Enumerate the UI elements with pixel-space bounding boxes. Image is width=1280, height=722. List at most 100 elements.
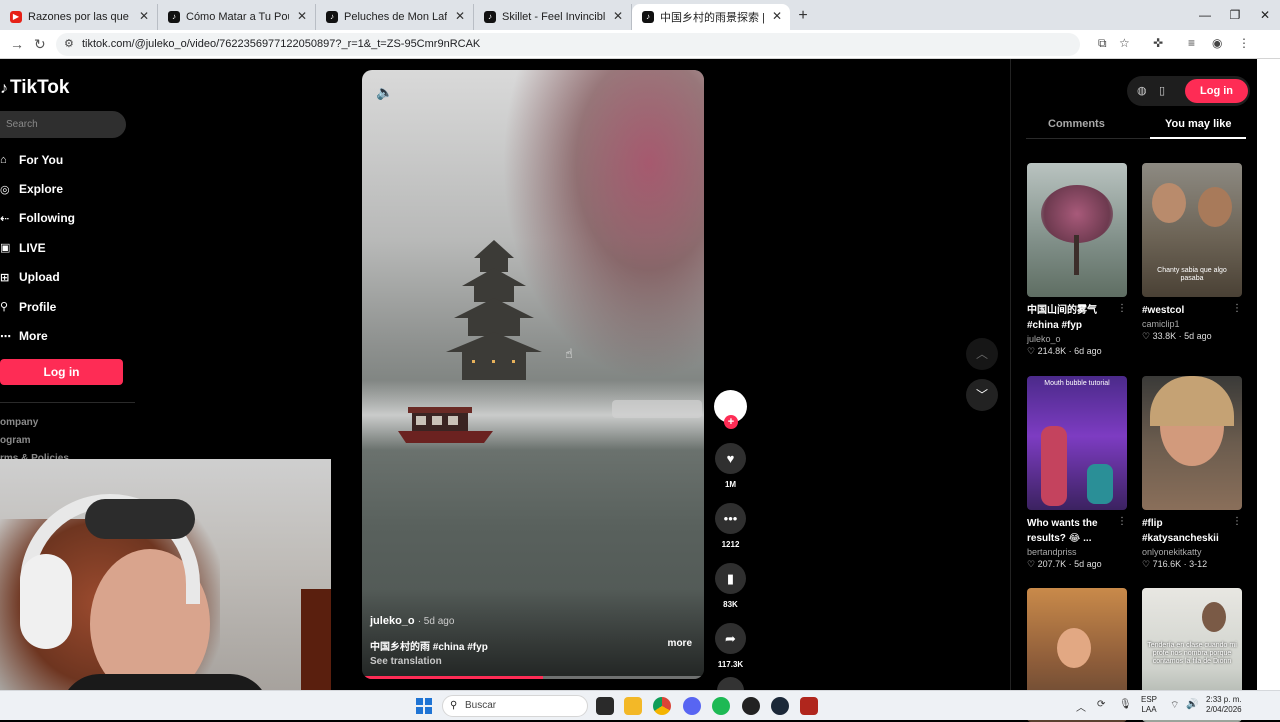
- bookmark-icon[interactable]: ▮: [715, 563, 746, 594]
- page-scrollbar[interactable]: [1257, 59, 1280, 690]
- bookmark-star-icon[interactable]: ☆: [1119, 36, 1130, 50]
- prev-video-button[interactable]: ︿: [966, 338, 998, 370]
- video-progress-bar[interactable]: [362, 676, 704, 679]
- logo-text: TikTok: [10, 77, 70, 98]
- sidebar-item-for-you[interactable]: ⌂ For You: [0, 145, 75, 174]
- browser-tab[interactable]: ♪ Peluches de Mon Laferte y tuto ✕: [316, 4, 474, 30]
- sidebar-item-upload[interactable]: ⊞ Upload: [0, 263, 75, 292]
- home-icon: ⌂: [0, 153, 7, 166]
- video-author[interactable]: juleko_o · 5d ago: [370, 615, 454, 627]
- video-player[interactable]: 🔈 juleko_o · 5d ago 中国乡村的雨 #china #fyp m…: [362, 70, 704, 679]
- card-menu-icon[interactable]: ⋮: [1232, 516, 1242, 527]
- window-controls: — ❐ ✕: [1190, 0, 1280, 30]
- url-field[interactable]: ⚙ tiktok.com/@juleko_o/video/76223569771…: [56, 33, 1080, 56]
- tab-you-may-like[interactable]: You may like: [1165, 118, 1231, 130]
- forward-icon[interactable]: →: [10, 36, 24, 52]
- close-tab-icon[interactable]: ✕: [455, 9, 465, 23]
- tab-comments[interactable]: Comments: [1048, 118, 1105, 130]
- like-action[interactable]: ♥ 1M: [713, 443, 748, 489]
- task-view-icon[interactable]: [596, 697, 614, 715]
- sidebar-item-explore[interactable]: ◎ Explore: [0, 174, 75, 203]
- device-icon[interactable]: ▯: [1159, 84, 1165, 97]
- extensions-icon[interactable]: ✜: [1153, 36, 1163, 50]
- footer-link-company[interactable]: ompany: [0, 414, 69, 432]
- webcam-earcup: [20, 554, 72, 649]
- tray-overflow-icon[interactable]: ︿: [1076, 699, 1086, 714]
- browser-tab[interactable]: ▶ Razones por las que no contest ✕: [0, 4, 158, 30]
- video-bridge: [612, 400, 702, 418]
- tiktok-note-icon: ♪: [0, 80, 8, 97]
- maximize-icon[interactable]: ❐: [1220, 0, 1250, 30]
- close-tab-icon[interactable]: ✕: [297, 9, 307, 23]
- windows-start-icon[interactable]: [416, 698, 432, 714]
- creator-avatar[interactable]: +: [714, 390, 747, 429]
- video-thumbnail[interactable]: [1142, 376, 1242, 510]
- share-icon[interactable]: ➦: [715, 623, 746, 654]
- obs-icon[interactable]: [742, 697, 760, 715]
- profile-icon[interactable]: ◉: [1212, 36, 1222, 50]
- close-window-icon[interactable]: ✕: [1250, 0, 1280, 30]
- discord-icon[interactable]: [683, 697, 701, 715]
- login-button[interactable]: Log in: [0, 359, 123, 385]
- card-user[interactable]: onlyonekitkatty: [1142, 547, 1242, 557]
- search-input[interactable]: Search: [0, 111, 126, 138]
- caption-more-button[interactable]: more: [668, 638, 692, 649]
- spotify-icon[interactable]: [712, 697, 730, 715]
- close-tab-icon[interactable]: ✕: [139, 9, 149, 23]
- tiktok-logo[interactable]: ♪ TikTok: [0, 77, 69, 99]
- header-login-button[interactable]: Log in: [1185, 79, 1248, 103]
- dota-icon[interactable]: [800, 697, 818, 715]
- save-action[interactable]: ▮ 83K: [713, 563, 748, 609]
- browser-tab[interactable]: ♪ Cómo Matar a Tu Pou: Humor y ✕: [158, 4, 316, 30]
- video-pagoda: [446, 240, 542, 380]
- sidebar-item-profile[interactable]: ⚲ Profile: [0, 292, 75, 321]
- close-tab-icon[interactable]: ✕: [772, 9, 782, 23]
- coins-icon[interactable]: ◍: [1137, 84, 1147, 97]
- close-tab-icon[interactable]: ✕: [613, 9, 623, 23]
- sidebar-item-following[interactable]: ⇠ Following: [0, 204, 75, 233]
- card-menu-icon[interactable]: ⋮: [1117, 303, 1127, 314]
- video-card[interactable]: Mouth bubble tutorial Who wants the resu…: [1027, 376, 1127, 570]
- reload-icon[interactable]: ↻: [34, 36, 46, 53]
- video-thumbnail[interactable]: Mouth bubble tutorial: [1027, 376, 1127, 510]
- wifi-icon[interactable]: ⌔: [1170, 699, 1179, 712]
- next-video-button[interactable]: ﹀: [966, 379, 998, 411]
- sidebar-item-more[interactable]: ⋯ More: [0, 321, 75, 350]
- taskbar-clock[interactable]: 2:33 p. m. 2/04/2026: [1206, 695, 1242, 715]
- share-action[interactable]: ➦ 117.3K: [713, 623, 748, 669]
- see-translation-link[interactable]: See translation: [370, 656, 442, 667]
- browser-tab[interactable]: ♪ Skillet - Feel Invincible | Rock Ar ✕: [474, 4, 632, 30]
- media-controls-icon[interactable]: ≡: [1188, 36, 1195, 50]
- browser-menu-icon[interactable]: ⋮: [1238, 36, 1250, 50]
- heart-icon[interactable]: ♥: [715, 443, 746, 474]
- browser-tab-active[interactable]: ♪ 中国乡村的雨景探索 | TikTok ✕: [632, 4, 790, 30]
- install-app-icon[interactable]: ⧉: [1098, 36, 1107, 51]
- volume-icon[interactable]: 🔈: [376, 84, 393, 101]
- language-indicator[interactable]: ESP LAA: [1141, 695, 1157, 715]
- comment-icon[interactable]: •••: [715, 503, 746, 534]
- sync-icon[interactable]: ⟳: [1097, 699, 1105, 710]
- video-thumbnail[interactable]: [1027, 163, 1127, 297]
- new-tab-button[interactable]: +: [790, 4, 816, 30]
- minimize-icon[interactable]: —: [1190, 0, 1220, 30]
- video-card[interactable]: 中国山间的雾气 #china #fyp ⋮ juleko_o ♡ 214.8K …: [1027, 163, 1127, 357]
- chrome-icon[interactable]: [653, 697, 671, 715]
- video-thumbnail[interactable]: Chanty sabia que algo pasaba: [1142, 163, 1242, 297]
- card-menu-icon[interactable]: ⋮: [1117, 516, 1127, 527]
- follow-plus-icon[interactable]: +: [724, 415, 738, 429]
- microphone-icon[interactable]: 🎙: [1119, 699, 1132, 710]
- site-info-icon[interactable]: ⚙: [64, 37, 74, 50]
- steam-icon[interactable]: [771, 697, 789, 715]
- speaker-icon[interactable]: 🔊: [1186, 699, 1198, 710]
- file-explorer-icon[interactable]: [624, 697, 642, 715]
- footer-link-program[interactable]: ogram: [0, 432, 69, 450]
- card-user[interactable]: juleko_o: [1027, 334, 1127, 344]
- card-menu-icon[interactable]: ⋮: [1232, 303, 1242, 314]
- card-user[interactable]: bertandpriss: [1027, 547, 1127, 557]
- sidebar-item-live[interactable]: ▣ LIVE: [0, 233, 75, 262]
- taskbar-search-input[interactable]: ⚲ Buscar: [442, 695, 588, 717]
- video-card[interactable]: Chanty sabia que algo pasaba #westcol ⋮ …: [1142, 163, 1242, 342]
- card-user[interactable]: camiclip1: [1142, 319, 1242, 329]
- video-card[interactable]: #flip #katysancheskii ⋮ onlyonekitkatty …: [1142, 376, 1242, 570]
- comment-action[interactable]: ••• 1212: [713, 503, 748, 549]
